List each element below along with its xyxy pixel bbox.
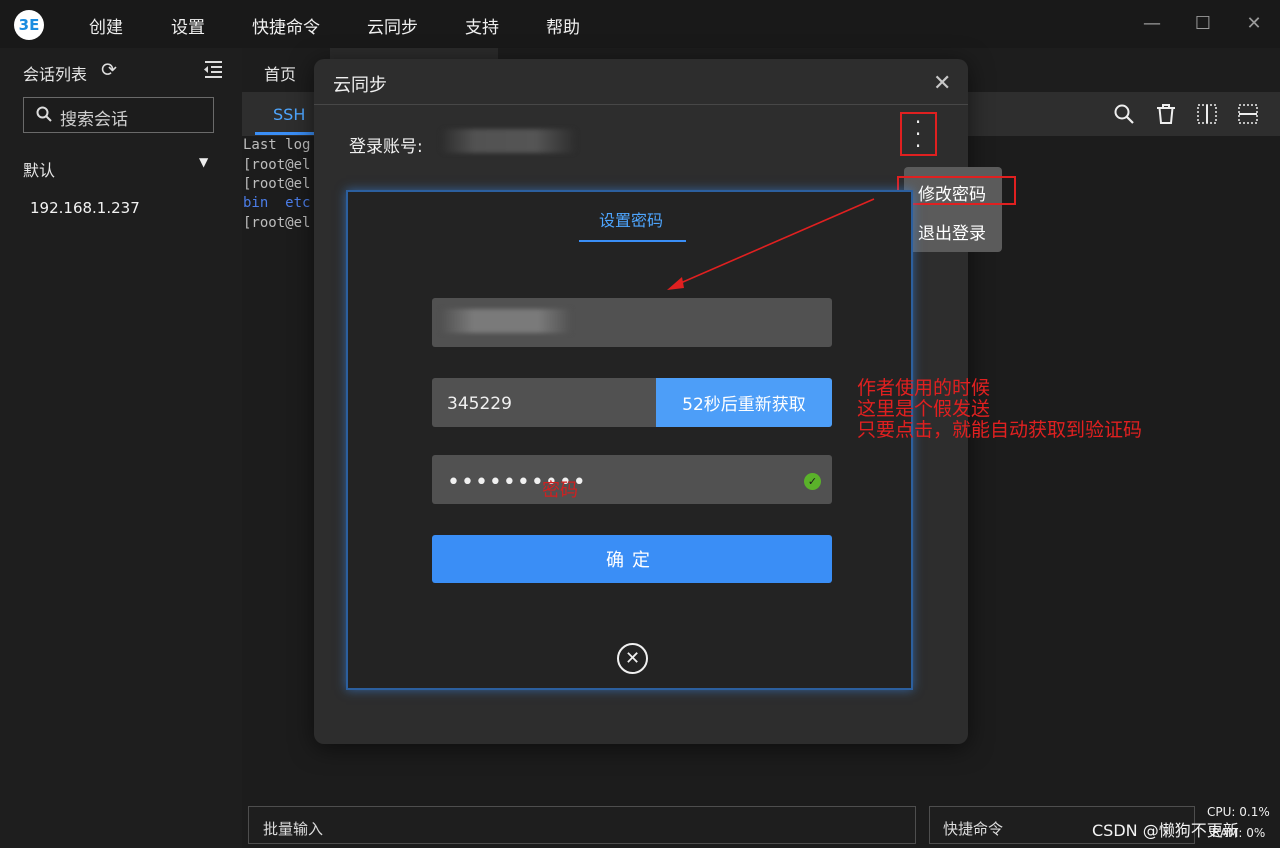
terminal-line: Last log <box>243 137 311 153</box>
terminal-line: [root@el <box>243 215 311 231</box>
close-circle-icon[interactable]: ✕ <box>617 643 648 674</box>
batch-input-field[interactable] <box>248 806 916 844</box>
menu-quick-commands[interactable]: 快捷命令 <box>252 13 320 38</box>
trash-icon[interactable] <box>1155 103 1177 125</box>
verification-code-value: 345229 <box>447 394 512 414</box>
search-placeholder: 搜索会话 <box>60 110 128 130</box>
menu-settings[interactable]: 设置 <box>171 13 205 38</box>
menu-create[interactable]: 创建 <box>89 13 123 38</box>
search-icon[interactable] <box>1113 103 1135 125</box>
collapse-sidebar-icon[interactable] <box>203 60 223 82</box>
maximize-icon[interactable]: ☐ <box>1193 13 1213 35</box>
terminal-line: [root@el <box>243 157 311 173</box>
account-label: 登录账号: <box>349 137 423 157</box>
divider <box>314 104 968 105</box>
email-value-redacted <box>441 309 571 333</box>
split-vertical-icon[interactable] <box>1196 103 1218 125</box>
tab-ssh[interactable]: SSH <box>273 105 305 124</box>
terminal-line: [root@el <box>243 176 311 192</box>
search-icon <box>36 106 52 126</box>
account-value-redacted <box>441 129 576 153</box>
tab-indicator <box>579 240 686 242</box>
dialog-title: 云同步 <box>333 75 387 96</box>
app-logo: 3E <box>14 10 44 40</box>
set-password-dialog <box>346 190 913 690</box>
resend-code-button[interactable]: 52秒后重新获取 <box>656 378 832 427</box>
menu-item-logout[interactable]: 退出登录 <box>918 219 986 244</box>
password-annotation: 密码 <box>542 480 578 501</box>
refresh-icon[interactable]: ⟳ <box>101 59 117 81</box>
annotation-note: 作者使用的时候 这里是个假发送 只要点击，就能自动获取到验证码 <box>857 377 1143 441</box>
highlight-box <box>897 176 1016 205</box>
minimize-icon[interactable]: — <box>1142 13 1162 35</box>
session-list-title: 会话列表 <box>23 65 88 84</box>
check-icon: ✓ <box>804 473 821 490</box>
tab-ssh-indicator <box>255 132 323 135</box>
session-item[interactable]: 192.168.1.237 <box>30 199 140 217</box>
batch-input-label: 批量输入 <box>263 820 324 838</box>
menu-help[interactable]: 帮助 <box>546 13 580 38</box>
cpu-usage: CPU: 0.1% <box>1207 805 1270 819</box>
more-vertical-icon[interactable]: · · · <box>913 112 923 156</box>
quick-command-label: 快捷命令 <box>943 820 1004 838</box>
close-icon[interactable]: ✕ <box>1244 13 1264 35</box>
tab-home[interactable]: 首页 <box>264 61 296 85</box>
tab-set-password[interactable]: 设置密码 <box>599 207 663 231</box>
menu-cloud-sync[interactable]: 云同步 <box>367 13 418 38</box>
caret-down-icon[interactable]: ▼ <box>199 155 208 169</box>
group-default[interactable]: 默认 <box>23 157 55 181</box>
close-icon[interactable]: ✕ <box>933 71 951 96</box>
ram-usage: RAM: 0% <box>1212 826 1266 840</box>
split-horizontal-icon[interactable] <box>1237 103 1259 125</box>
menu-support[interactable]: 支持 <box>465 13 499 38</box>
confirm-button[interactable]: 确定 <box>432 535 832 583</box>
terminal-line: bin etc <box>243 195 311 211</box>
